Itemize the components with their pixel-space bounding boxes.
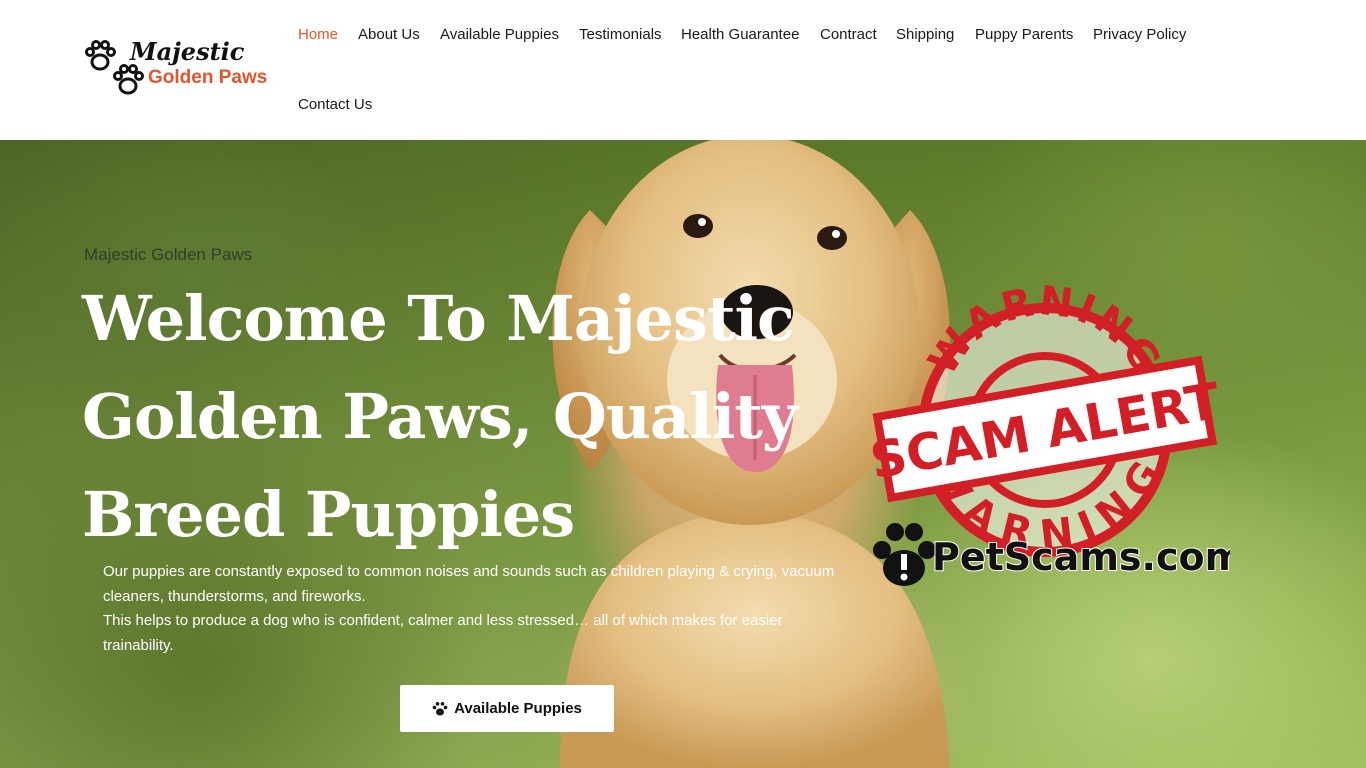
petscams-logo: PetScams.com — [873, 523, 1230, 586]
nav-puppy-parents[interactable]: Puppy Parents — [975, 25, 1073, 45]
paw-icon — [432, 701, 448, 715]
nav-contract[interactable]: Contract — [820, 25, 877, 45]
hero-intro-paragraph-1: Our puppies are constantly exposed to co… — [103, 563, 835, 605]
hero-intro: Our puppies are constantly exposed to co… — [103, 560, 843, 658]
nav-health-guarantee[interactable]: Health Guarantee — [681, 25, 799, 45]
nav-home[interactable]: Home — [298, 25, 338, 45]
nav-available-puppies[interactable]: Available Puppies — [440, 25, 559, 45]
main-nav: Home About Us Available Puppies Testimon… — [298, 0, 1258, 140]
available-puppies-button[interactable]: Available Puppies — [400, 685, 614, 732]
petscams-text: PetScams.com — [932, 535, 1230, 579]
hero-headline: Welcome To Majestic Golden Paws, Quality… — [82, 282, 798, 551]
site-logo[interactable]: Majestic Golden Paws — [84, 37, 268, 102]
site-header: Majestic Golden Paws Home About Us Avail… — [0, 0, 1366, 140]
available-puppies-button-label: Available Puppies — [454, 700, 582, 717]
nav-privacy-policy[interactable]: Privacy Policy — [1093, 25, 1186, 45]
logo-text-line2: Golden Paws — [148, 67, 268, 88]
nav-testimonials[interactable]: Testimonials — [579, 25, 662, 45]
paw-alert-icon — [873, 523, 936, 586]
nav-shipping[interactable]: Shipping — [896, 25, 954, 45]
nav-contact-us[interactable]: Contact Us — [298, 95, 372, 115]
hero-intro-paragraph-2: This helps to produce a dog who is confi… — [103, 612, 783, 654]
hero-eyebrow: Majestic Golden Paws — [84, 245, 253, 264]
logo-text-line1: Majestic — [130, 37, 245, 66]
nav-about-us[interactable]: About Us — [358, 25, 420, 45]
hero-section: Majestic Golden Paws Welcome To Majestic… — [0, 140, 1366, 768]
